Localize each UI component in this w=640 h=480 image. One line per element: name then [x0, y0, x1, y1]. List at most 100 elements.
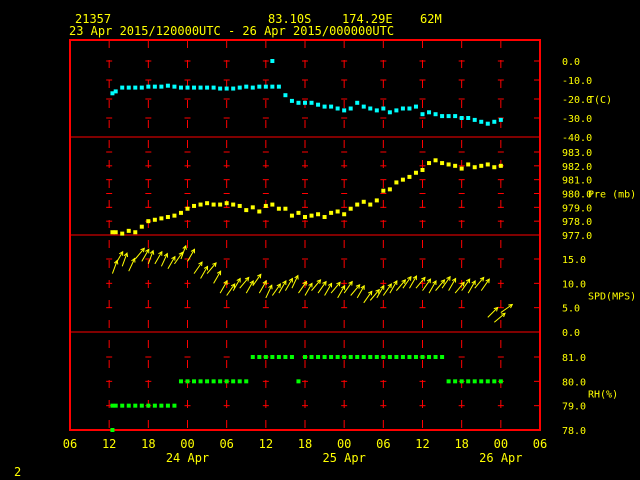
- humidity-point: [309, 355, 314, 359]
- wind_speed-label: SPD(MPS): [588, 292, 636, 303]
- humidity-label: RH(%): [588, 390, 618, 401]
- temperature-point: [198, 85, 203, 90]
- wind_speed-tick-label: 5.0: [562, 304, 580, 315]
- pressure-point: [198, 202, 203, 207]
- temperature-point: [400, 106, 405, 111]
- temperature-point: [316, 102, 321, 107]
- pressure-point: [374, 198, 379, 203]
- day-label: 25 Apr: [322, 451, 365, 465]
- temperature-point: [342, 108, 347, 113]
- temperature-point: [211, 85, 216, 90]
- temperature-point: [413, 104, 418, 109]
- pressure-point: [413, 170, 418, 175]
- pressure-point: [453, 163, 458, 168]
- temperature-point: [309, 100, 314, 105]
- time-tick-label: 12: [415, 437, 429, 451]
- pressure-point: [492, 165, 497, 170]
- pressure-point: [152, 217, 157, 222]
- time-tick-label: 06: [533, 437, 547, 451]
- humidity-point: [198, 379, 203, 384]
- humidity-point: [126, 403, 131, 408]
- temperature-point: [381, 106, 386, 111]
- humidity-point: [172, 403, 177, 408]
- pressure-point: [387, 187, 392, 192]
- humidity-point: [446, 379, 451, 384]
- pressure-label: Pre (mb): [588, 190, 636, 201]
- pressure-point: [289, 213, 294, 218]
- humidity-point: [276, 355, 281, 359]
- humidity-point: [139, 403, 144, 408]
- temperature-point: [466, 116, 471, 120]
- temperature-point: [498, 117, 503, 122]
- humidity-point: [329, 355, 334, 359]
- humidity-point: [407, 355, 412, 359]
- humidity-point: [466, 379, 471, 384]
- humidity-point: [348, 355, 353, 359]
- pressure-point: [368, 202, 373, 207]
- time-tick-label: 00: [180, 437, 194, 451]
- temperature-point: [152, 84, 157, 89]
- pressure-point: [237, 203, 242, 208]
- pressure-point: [472, 165, 477, 170]
- temperature-point: [218, 86, 223, 91]
- temperature-point: [224, 86, 229, 91]
- pressure-point: [498, 163, 503, 168]
- humidity-point: [381, 355, 386, 359]
- humidity-point: [485, 379, 490, 384]
- temperature-tick-label: -10.0: [562, 76, 592, 87]
- humidity-point: [165, 403, 170, 408]
- pressure-tick-label: 978.0: [562, 217, 592, 228]
- pressure-tick-label: 981.0: [562, 176, 592, 187]
- temperature-point: [185, 85, 190, 90]
- pressure-point: [250, 205, 255, 210]
- pressure-point: [335, 209, 340, 214]
- pressure-point: [466, 162, 471, 167]
- humidity-point: [296, 379, 301, 384]
- humidity-point: [289, 355, 294, 359]
- time-tick-label: 12: [259, 437, 273, 451]
- wind_speed-tick-label: 15.0: [562, 255, 586, 266]
- temperature-point: [394, 108, 399, 113]
- humidity-point: [146, 403, 151, 408]
- humidity-point: [427, 355, 432, 359]
- humidity-point: [472, 379, 477, 384]
- pressure-point: [440, 161, 445, 166]
- pressure-point: [178, 210, 183, 215]
- humidity-point: [224, 379, 229, 384]
- pressure-point: [355, 202, 360, 207]
- humidity-point: [120, 403, 125, 408]
- time-tick-label: 18: [141, 437, 155, 451]
- humidity-point: [387, 355, 392, 359]
- pressure-point: [394, 180, 399, 185]
- temperature-point: [146, 84, 151, 89]
- wind_speed-tick-label: 10.0: [562, 279, 586, 290]
- temperature-point: [335, 106, 340, 111]
- pressure-point: [427, 161, 432, 166]
- humidity-point: [211, 379, 216, 384]
- pressure-point: [485, 162, 490, 167]
- temperature-point: [374, 108, 379, 113]
- temperature-point: [427, 110, 432, 115]
- temperature-tick-label: -30.0: [562, 114, 592, 125]
- pressure-point: [159, 216, 164, 221]
- time-tick-label: 12: [102, 437, 116, 451]
- pressure-point: [211, 202, 216, 207]
- humidity-point: [453, 379, 458, 384]
- temperature-tick-label: 0.0: [562, 57, 580, 68]
- temperature-point: [165, 83, 170, 88]
- pressure-point: [244, 208, 249, 213]
- humidity-point: [113, 403, 118, 408]
- humidity-point: [152, 403, 157, 408]
- station-elev: 62M: [420, 12, 442, 26]
- temperature-point: [407, 106, 412, 111]
- temperature-point: [479, 119, 484, 124]
- humidity-tick-label: 79.0: [562, 402, 586, 413]
- pressure-point: [361, 199, 366, 204]
- temperature-point: [133, 85, 138, 90]
- pressure-point: [133, 230, 138, 235]
- humidity-point: [192, 379, 197, 384]
- pressure-tick-label: 982.0: [562, 162, 592, 173]
- temperature-point: [368, 106, 373, 111]
- humidity-point: [316, 355, 321, 359]
- background: [0, 0, 640, 480]
